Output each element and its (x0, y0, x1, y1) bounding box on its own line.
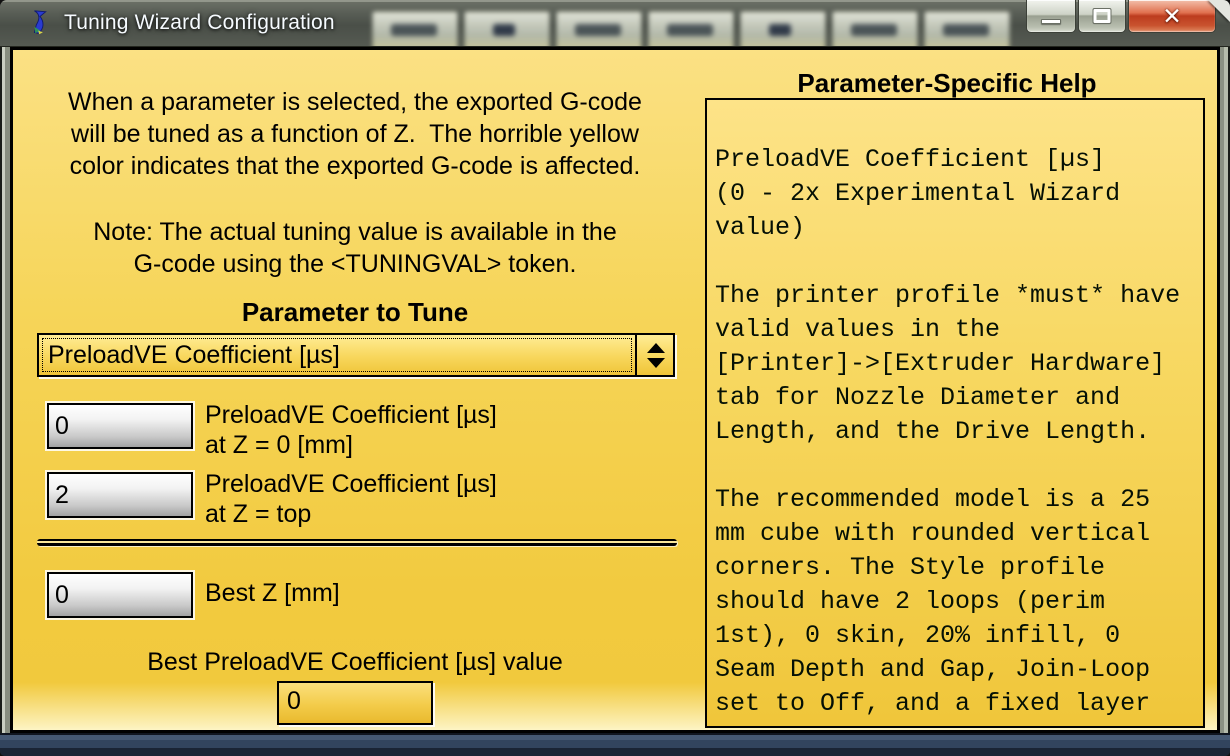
parameter-select[interactable]: PreloadVE Coefficient [µs] (37, 333, 675, 377)
close-icon: ✕ (1162, 3, 1181, 30)
dialog-background: When a parameter is selected, the export… (13, 50, 1217, 730)
maximize-button[interactable] (1078, 0, 1126, 33)
ghost-tab (832, 11, 918, 47)
ghost-tab (372, 11, 458, 47)
best-value-display: 0 (277, 681, 433, 725)
ghost-tab (464, 11, 550, 47)
window-frame-left (0, 47, 10, 733)
app-icon (26, 8, 56, 38)
coef-at-z0-input[interactable] (47, 403, 193, 449)
ghost-tab (648, 11, 734, 47)
down-arrow-icon (647, 358, 665, 368)
dialog-client-area: When a parameter is selected, the export… (10, 47, 1220, 733)
parameter-to-tune-heading: Parameter to Tune (27, 297, 683, 328)
maximize-icon (1094, 9, 1111, 23)
window-title: Tuning Wizard Configuration (64, 11, 335, 35)
tuning-wizard-window: Tuning Wizard Configuration ✕ (0, 0, 1230, 756)
titlebar[interactable]: Tuning Wizard Configuration ✕ (0, 0, 1230, 47)
window-frame-right (1220, 47, 1230, 733)
intro-text: When a parameter is selected, the export… (27, 86, 683, 182)
up-arrow-icon (647, 343, 665, 353)
ghost-tab (924, 11, 1010, 47)
parameter-select-valuearea[interactable]: PreloadVE Coefficient [µs] (39, 335, 637, 375)
parameter-select-spinner[interactable] (639, 335, 673, 375)
note-text: Note: The actual tuning value is availab… (27, 216, 683, 280)
best-z-input[interactable] (47, 572, 193, 618)
glass-reflection-strip (372, 11, 1022, 47)
separator-line (37, 539, 677, 546)
page-curl-decoration (1208, 0, 1230, 22)
parameter-select-value: PreloadVE Coefficient [µs] (48, 341, 340, 370)
close-button[interactable]: ✕ (1128, 0, 1216, 33)
coef-at-ztop-label: PreloadVE Coefficient [µs] at Z = top (205, 469, 497, 529)
help-panel-heading: Parameter-Specific Help (689, 68, 1205, 99)
minimize-button[interactable] (1026, 0, 1076, 33)
ghost-tab (556, 11, 642, 47)
help-text: PreloadVE Coefficient [µs] (0 - 2x Exper… (707, 100, 1203, 728)
window-frame-bottom (0, 733, 1230, 756)
coef-at-z0-label: PreloadVE Coefficient [µs] at Z = 0 [mm] (205, 400, 497, 460)
best-value-label: Best PreloadVE Coefficient [µs] value (27, 648, 683, 677)
best-z-label: Best Z [mm] (205, 578, 340, 608)
minimize-icon (1041, 19, 1061, 24)
caption-buttons: ✕ (1024, 0, 1216, 34)
coef-at-ztop-input[interactable] (47, 472, 193, 518)
ghost-tab (740, 11, 826, 47)
help-panel: PreloadVE Coefficient [µs] (0 - 2x Exper… (705, 98, 1205, 728)
